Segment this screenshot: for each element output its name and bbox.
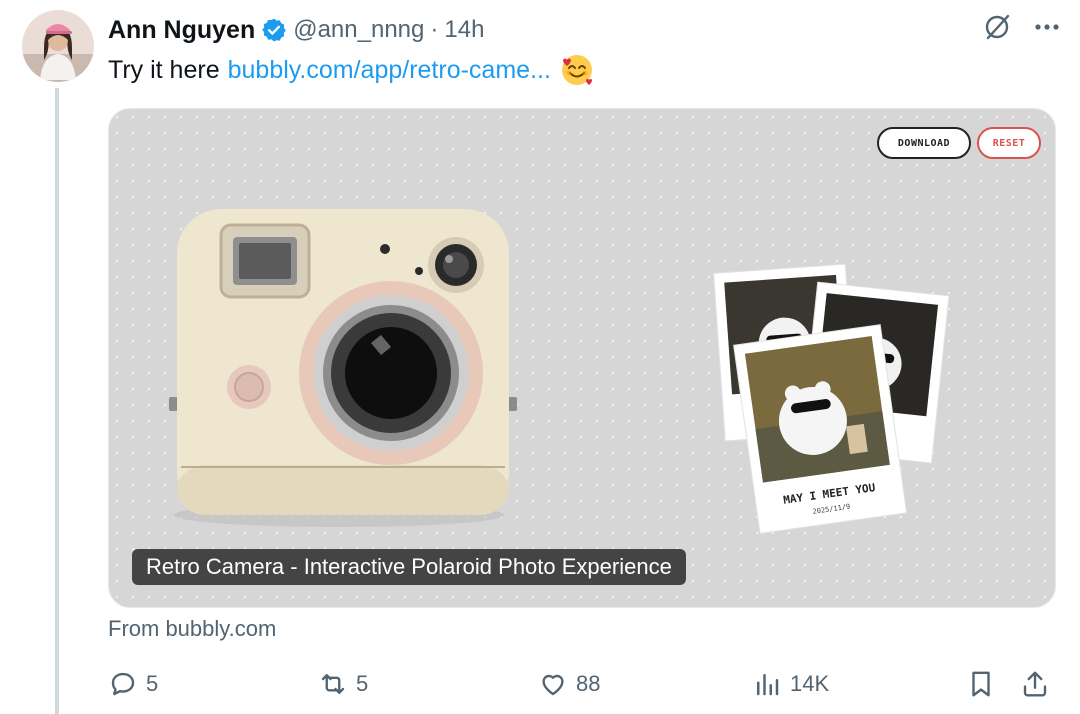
avatar-image <box>22 10 94 82</box>
share-icon <box>1023 671 1047 697</box>
tweet-text: Try it here bubbly.com/app/retro-came... <box>108 52 595 88</box>
heart-icon <box>542 674 564 696</box>
views-button[interactable]: 14K <box>752 664 829 704</box>
repost-button[interactable]: 5 <box>318 664 368 704</box>
author-handle[interactable]: @ann_nnng <box>293 16 424 44</box>
retro-camera-image <box>169 209 517 527</box>
repost-count: 5 <box>356 671 369 696</box>
reply-count: 5 <box>146 671 159 696</box>
bookmark-button[interactable] <box>966 664 996 704</box>
top-actions <box>982 12 1062 47</box>
views-count: 14K <box>790 671 830 696</box>
action-bar: 5 5 88 14K <box>108 664 1058 704</box>
card-title: Retro Camera - Interactive Polaroid Phot… <box>132 549 686 585</box>
like-count: 88 <box>576 671 601 696</box>
link-card[interactable]: DOWNLOAD RESET MAY I MEET YOU 2025/11/9 … <box>108 108 1056 608</box>
download-button[interactable]: DOWNLOAD <box>877 127 971 159</box>
tweet-text-prefix: Try it here <box>108 55 220 84</box>
author-name[interactable]: Ann Nguyen <box>108 16 255 45</box>
reply-icon <box>111 672 135 696</box>
tweet-header: Ann Nguyen @ann_nnng · 14h <box>108 10 484 50</box>
avatar[interactable] <box>22 10 94 82</box>
bookmark-icon <box>972 671 990 697</box>
verified-badge-icon <box>261 17 287 43</box>
tweet-link[interactable]: bubbly.com/app/retro-came... <box>228 56 551 85</box>
card-source[interactable]: From bubbly.com <box>108 616 276 642</box>
polaroid-photos: MAY I MEET YOU 2025/11/9 <box>713 263 950 534</box>
separator-dot: · <box>430 16 439 43</box>
smiling-face-with-hearts-icon <box>559 52 595 88</box>
front-polaroid: MAY I MEET YOU 2025/11/9 <box>733 324 908 534</box>
post-time[interactable]: 14h <box>444 16 484 44</box>
grok-icon[interactable] <box>982 12 1012 47</box>
views-chart-icon <box>757 674 779 696</box>
reply-button[interactable]: 5 <box>108 664 158 704</box>
reset-button[interactable]: RESET <box>977 127 1041 159</box>
thread-line <box>55 88 59 714</box>
share-button[interactable] <box>1020 664 1050 704</box>
more-options-icon[interactable] <box>1032 12 1062 47</box>
like-button[interactable]: 88 <box>538 664 600 704</box>
repost-icon <box>321 674 345 694</box>
